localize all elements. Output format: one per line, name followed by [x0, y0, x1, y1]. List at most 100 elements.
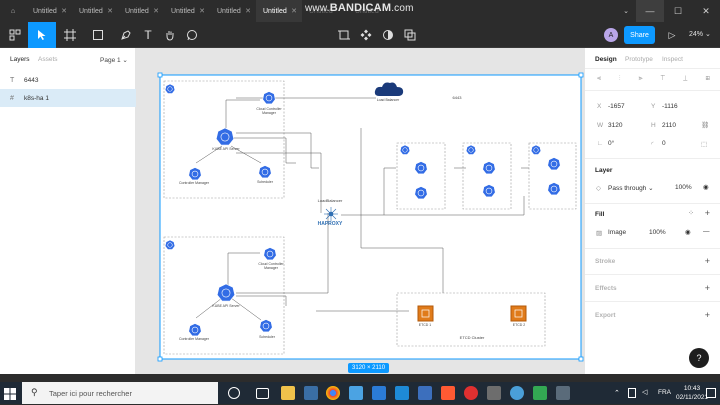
blend-mode-select[interactable]: Pass through ⌄	[608, 184, 654, 192]
figma-icon[interactable]	[441, 386, 455, 400]
mail-icon[interactable]	[372, 386, 386, 400]
rotation-field[interactable]: 0°	[608, 140, 614, 147]
chrome-icon[interactable]	[326, 386, 340, 400]
add-fill-icon[interactable]: +	[705, 208, 710, 218]
close-icon[interactable]: ✕	[107, 7, 113, 15]
text-layer-icon: T	[10, 76, 15, 84]
volume-icon[interactable]: ◁	[642, 388, 647, 396]
fill-opacity[interactable]: 100%	[649, 229, 666, 236]
move-icon[interactable]	[28, 22, 56, 48]
app-icon[interactable]	[556, 386, 570, 400]
app-icon[interactable]	[349, 386, 363, 400]
kubernetes-icon	[258, 165, 272, 179]
tab-assets[interactable]: Assets	[38, 56, 58, 63]
battery-icon[interactable]	[628, 388, 636, 398]
height-field[interactable]: 2110	[662, 122, 676, 129]
file-tab-active[interactable]: Untitled ✕	[256, 0, 302, 22]
fill-type[interactable]: Image	[608, 229, 626, 236]
node-label: Scheduler	[257, 180, 273, 184]
independent-corners-icon[interactable]: ⬚	[701, 140, 707, 148]
width-field[interactable]: 3120	[608, 122, 622, 129]
language-indicator[interactable]: FRA	[658, 389, 671, 396]
close-icon[interactable]: ✕	[153, 7, 159, 15]
add-effect-icon[interactable]: +	[705, 283, 710, 293]
etcd-icon	[417, 305, 434, 322]
canvas[interactable]: Load Balancer 6443 LoadBalancer HAPROXY …	[136, 48, 584, 374]
radius-field[interactable]: 0	[662, 140, 666, 147]
layer-item[interactable]: T 6443	[0, 71, 136, 89]
file-explorer-icon[interactable]	[281, 386, 295, 400]
crop-icon[interactable]	[332, 22, 356, 48]
file-tab[interactable]: Untitled ✕	[118, 0, 164, 22]
pen-icon[interactable]	[114, 22, 138, 48]
tab-layers[interactable]: Layers	[10, 56, 30, 63]
add-stroke-icon[interactable]: +	[705, 256, 710, 266]
notification-icon[interactable]	[706, 388, 716, 398]
close-icon[interactable]: ✕	[245, 7, 251, 15]
file-tab[interactable]: Untitled ✕	[164, 0, 210, 22]
file-tab[interactable]: ⌂	[0, 0, 26, 22]
file-tab[interactable]: Untitled ✕	[26, 0, 72, 22]
export-section-title: Export	[595, 312, 616, 319]
kubernetes-icon	[530, 144, 542, 155]
remove-fill-icon[interactable]: —	[703, 228, 710, 235]
kubernetes-icon	[482, 184, 496, 198]
page-selector[interactable]: Page 1 ⌄	[100, 56, 128, 64]
tab-prototype[interactable]: Prototype	[625, 56, 653, 63]
share-button[interactable]: Share	[624, 26, 655, 44]
tab-design[interactable]: Design	[595, 56, 617, 63]
eye-icon[interactable]: ◉	[703, 183, 709, 191]
file-tab[interactable]: Untitled ✕	[72, 0, 118, 22]
play-icon[interactable]: ▷	[660, 22, 684, 48]
close-icon[interactable]: ✕	[61, 7, 67, 15]
close-window-button[interactable]: ✕	[692, 0, 720, 22]
app-icon[interactable]	[418, 386, 432, 400]
cortana-icon[interactable]	[228, 387, 240, 399]
zoom-level[interactable]: 24% ⌄	[689, 30, 711, 38]
avatar[interactable]: A	[604, 28, 618, 42]
kubernetes-icon	[547, 157, 561, 171]
close-icon[interactable]: ✕	[199, 7, 205, 15]
hand-icon[interactable]	[158, 22, 182, 48]
app-icon[interactable]	[510, 386, 524, 400]
styles-icon[interactable]: ⁘	[688, 209, 694, 217]
app-icon[interactable]	[487, 386, 501, 400]
clock[interactable]: 10:43 02/11/2021	[676, 384, 708, 402]
eye-icon[interactable]: ◉	[685, 228, 691, 236]
layer-item-selected[interactable]: # k8s-ha 1	[0, 89, 136, 107]
comment-icon[interactable]	[180, 22, 204, 48]
layer-opacity[interactable]: 100%	[675, 184, 692, 191]
maximize-button[interactable]: ☐	[664, 0, 692, 22]
component-icon[interactable]	[354, 22, 378, 48]
shape-icon[interactable]	[86, 22, 110, 48]
tab-inspect[interactable]: Inspect	[662, 56, 683, 63]
app-icon[interactable]	[533, 386, 547, 400]
constrain-proportions-icon[interactable]: ⛓	[701, 121, 709, 129]
windows-start-icon[interactable]	[4, 387, 16, 400]
align-icons[interactable]: ⫷ ⫶ ⫸ ⊤ ⊥ ⊞	[597, 75, 718, 83]
help-button[interactable]: ?	[689, 348, 709, 368]
minimize-button[interactable]: —	[636, 0, 664, 22]
store-icon[interactable]	[304, 386, 318, 400]
close-icon[interactable]: ✕	[291, 7, 297, 15]
taskbar-search-input[interactable]: ⚲ Taper ici pour rechercher	[22, 382, 218, 404]
mask-icon[interactable]	[376, 22, 400, 48]
resize-handle[interactable]	[157, 356, 163, 362]
task-view-icon[interactable]	[256, 388, 269, 399]
text-icon[interactable]: T	[136, 22, 160, 48]
resize-handle[interactable]	[157, 72, 163, 78]
effects-section-title: Effects	[595, 285, 617, 292]
resize-handle[interactable]	[578, 356, 584, 362]
frame-icon[interactable]	[58, 22, 82, 48]
add-export-icon[interactable]: +	[705, 310, 710, 320]
vscode-icon[interactable]	[395, 386, 409, 400]
resize-handle[interactable]	[578, 72, 584, 78]
record-icon[interactable]	[464, 386, 478, 400]
x-field[interactable]: -1657	[608, 103, 625, 110]
main-menu-icon[interactable]	[2, 22, 28, 48]
file-tab[interactable]: Untitled ✕	[210, 0, 256, 22]
recording-watermark: www.BANDICAM.com	[305, 2, 414, 14]
boolean-icon[interactable]	[398, 22, 422, 48]
y-field[interactable]: -1116	[662, 103, 678, 110]
tray-chevron-icon[interactable]: ⌃	[614, 389, 620, 397]
